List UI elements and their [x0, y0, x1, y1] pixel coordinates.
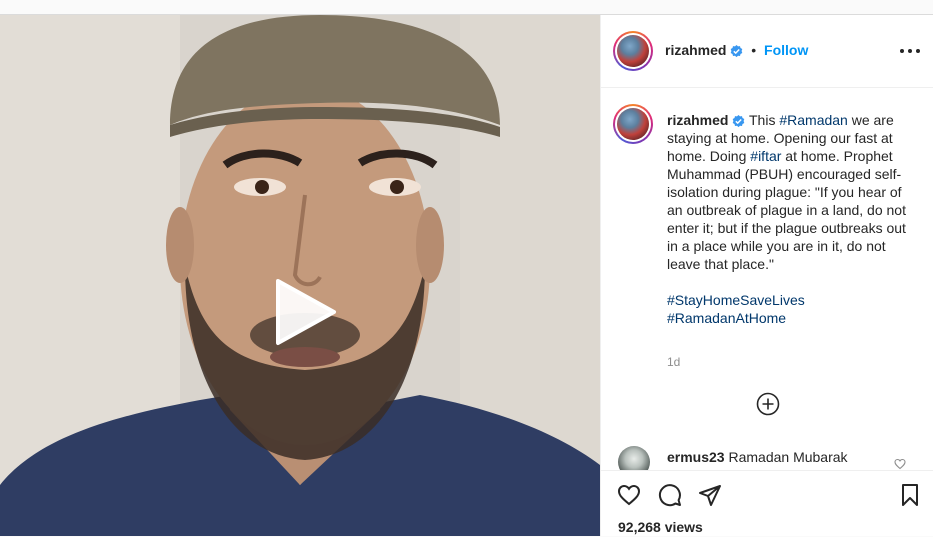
caption-timestamp[interactable]: 1d: [667, 355, 680, 369]
verified-badge-icon: [731, 44, 743, 57]
hashtag-link[interactable]: #StayHomeSaveLives: [667, 291, 917, 309]
header-user: rizahmed • Follow: [665, 42, 808, 58]
caption-text-3: at home. Prophet Muhammad (PBUH) encoura…: [667, 148, 906, 272]
share-icon[interactable]: [698, 483, 722, 507]
heart-icon[interactable]: [617, 483, 641, 507]
caption-avatar[interactable]: [613, 104, 653, 144]
comment-text: Ramadan Mubarak: [728, 449, 848, 465]
commenter-username[interactable]: ermus23: [667, 449, 725, 465]
separator-dot: •: [751, 42, 757, 58]
view-count[interactable]: 92,268 views: [618, 519, 703, 535]
comments-section: rizahmed This #Ramadan we are staying at…: [601, 88, 933, 470]
verified-badge-icon: [733, 114, 745, 127]
instagram-post: rizahmed • Follow rizahmed This #Ramadan…: [0, 14, 933, 536]
load-more-comments-icon[interactable]: [756, 392, 780, 416]
author-username[interactable]: rizahmed: [665, 42, 726, 58]
post-caption: rizahmed This #Ramadan we are staying at…: [667, 111, 917, 327]
hashtag-link[interactable]: #iftar: [750, 148, 781, 164]
caption-username[interactable]: rizahmed: [667, 112, 728, 128]
caption-hashtags: #StayHomeSaveLives #RamadanAtHome: [667, 291, 917, 327]
bookmark-icon[interactable]: [898, 483, 922, 507]
video-frame: [0, 15, 600, 536]
more-options-icon[interactable]: [900, 47, 920, 55]
post-sidebar: rizahmed • Follow rizahmed This #Ramadan…: [600, 15, 933, 536]
post-actions: 92,268 views: [601, 470, 933, 537]
hashtag-link[interactable]: #Ramadan: [779, 112, 848, 128]
play-icon[interactable]: [272, 277, 338, 347]
hashtag-link[interactable]: #RamadanAtHome: [667, 309, 917, 327]
comment-icon[interactable]: [658, 483, 682, 507]
video-player[interactable]: [0, 15, 600, 536]
author-avatar[interactable]: [613, 31, 653, 71]
comment-like-icon[interactable]: [894, 458, 906, 470]
caption-text-1: This: [749, 112, 780, 128]
commenter-avatar[interactable]: [618, 446, 650, 470]
comment-item: ermus23 Ramadan Mubarak: [667, 449, 848, 465]
follow-button[interactable]: Follow: [764, 42, 808, 58]
post-header: rizahmed • Follow: [601, 15, 933, 88]
